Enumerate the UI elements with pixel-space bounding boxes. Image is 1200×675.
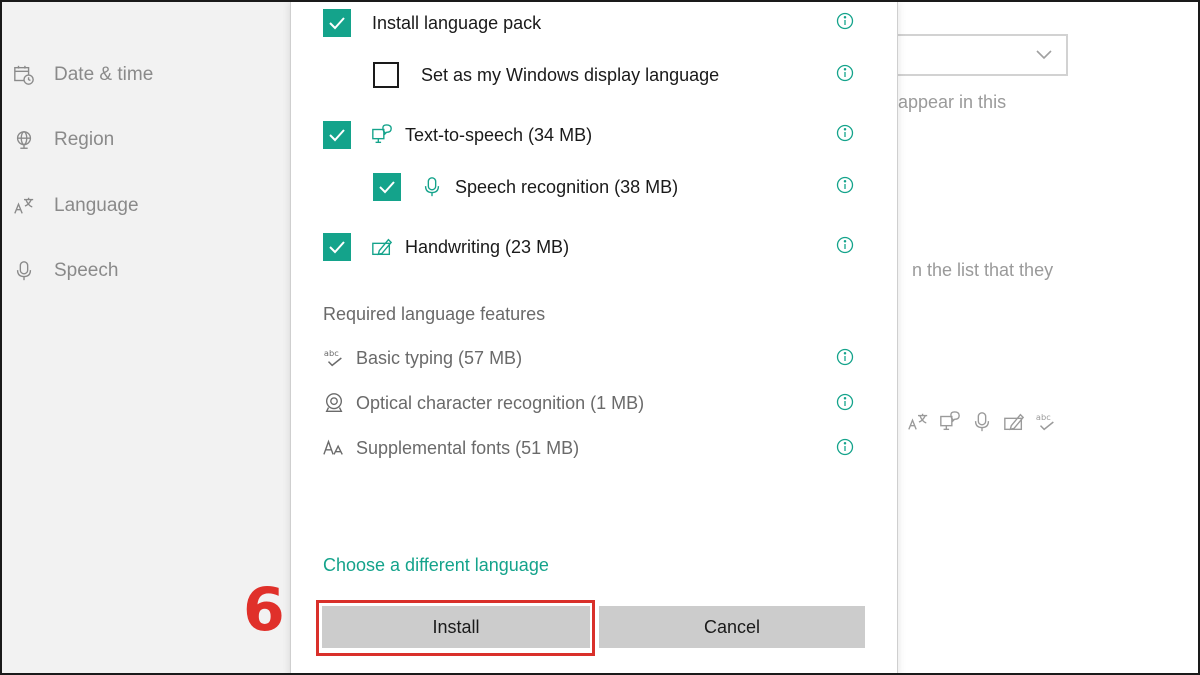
option-install-language-pack[interactable]: Install language pack [323,8,541,38]
sidebar-item-label: Speech [54,260,119,281]
feature-label: Optical character recognition (1 MB) [356,392,645,413]
microphone-icon [12,259,36,283]
info-icon[interactable] [836,438,854,456]
sidebar-item-label: Date & time [54,64,154,85]
language-icon [12,194,36,218]
sidebar-item-language[interactable]: Language [12,191,139,221]
language-feature-icons: abc [906,410,1058,434]
checkbox-checked[interactable] [373,173,401,201]
option-label: Text-to-speech (34 MB) [405,124,593,145]
background-text-fragment: n the list that they [912,260,1054,280]
microphone-icon [421,176,443,198]
screenshot-frame: Date & time Region Language Speech appea… [0,0,1200,675]
choose-different-language-link[interactable]: Choose a different language [323,555,549,576]
handwriting-icon [371,236,393,258]
required-feature-basic-typing: abc Basic typing (57 MB) [323,343,522,373]
info-icon[interactable] [836,236,854,254]
option-label: Handwriting (23 MB) [405,236,570,257]
checkbox-checked[interactable] [323,233,351,261]
feature-label: Basic typing (57 MB) [356,347,523,368]
info-icon[interactable] [836,393,854,411]
option-label: Speech recognition (38 MB) [455,176,679,197]
install-language-dialog: Install language pack Set as my Windows … [290,2,898,673]
option-set-display-language[interactable]: Set as my Windows display language [373,60,719,90]
info-icon[interactable] [836,64,854,82]
checkbox-unchecked[interactable] [373,62,399,88]
globe-icon [12,128,36,152]
ocr-icon [323,392,345,414]
text-to-speech-icon [938,410,962,434]
microphone-icon [970,410,994,434]
sidebar-item-label: Language [54,195,139,216]
info-icon[interactable] [836,124,854,142]
option-text-to-speech[interactable]: Text-to-speech (34 MB) [323,120,592,150]
option-speech-recognition[interactable]: Speech recognition (38 MB) [373,172,678,202]
background-text-fragment: appear in this [898,92,1007,112]
calendar-clock-icon [12,63,36,87]
install-button-highlight [316,600,595,656]
cancel-button[interactable]: Cancel [599,606,865,648]
required-features-title: Required language features [323,304,546,324]
language-dropdown[interactable] [898,34,1068,76]
svg-text:abc: abc [1036,412,1051,422]
basic-typing-icon: abc [1034,410,1058,434]
sidebar-item-speech[interactable]: Speech [12,256,118,286]
required-feature-ocr: Optical character recognition (1 MB) [323,388,644,418]
text-to-speech-icon [371,124,393,146]
option-handwriting[interactable]: Handwriting (23 MB) [323,232,569,262]
required-feature-supplemental-fonts: Supplemental fonts (51 MB) [323,433,579,463]
checkbox-checked[interactable] [323,121,351,149]
svg-text:abc: abc [324,348,339,358]
settings-content-right: appear in this n the list that they abc [898,2,1198,673]
info-icon[interactable] [836,12,854,30]
info-icon[interactable] [836,348,854,366]
language-icon [906,410,930,434]
handwriting-icon [1002,410,1026,434]
step-number-annotation: 6 [243,575,285,645]
basic-typing-icon: abc [323,347,345,369]
option-label: Install language pack [372,12,542,33]
sidebar-item-date-time[interactable]: Date & time [12,60,153,90]
checkbox-checked[interactable] [323,9,351,37]
option-label: Set as my Windows display language [421,64,720,85]
fonts-icon [323,437,345,459]
chevron-down-icon [1034,44,1054,64]
info-icon[interactable] [836,176,854,194]
sidebar-item-label: Region [54,129,115,150]
sidebar-item-region[interactable]: Region [12,125,114,155]
feature-label: Supplemental fonts (51 MB) [356,437,580,458]
